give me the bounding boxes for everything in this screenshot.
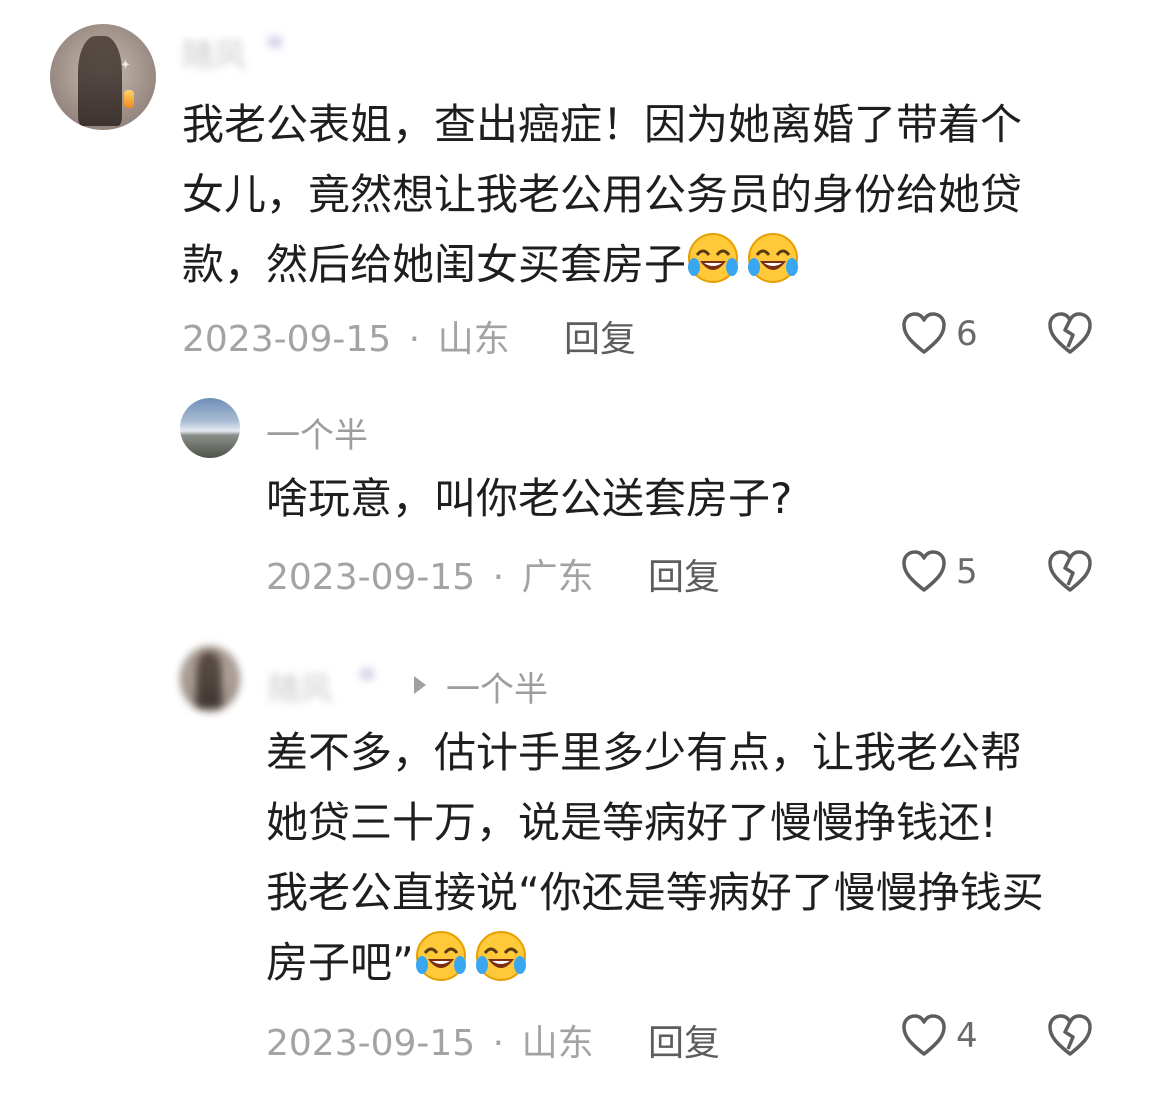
username[interactable]: 随风: [268, 664, 332, 710]
caret-right-icon: [414, 676, 426, 694]
laughing-crying-emoji-icon: [748, 233, 799, 283]
comment-meta: 2023-09-15 · 山东: [266, 1014, 594, 1066]
laughing-crying-emoji-icon: [475, 931, 526, 981]
comment-meta: 2023-09-15 · 广东: [266, 548, 594, 600]
comment-line: 她贷三十万，说是等病好了慢慢挣钱还!: [266, 798, 997, 847]
like-count: 4: [956, 1016, 978, 1056]
reply-target-username[interactable]: 一个半: [446, 662, 548, 711]
comment-line: 我老公表姐，查出癌症！因为她离婚了带着个: [182, 100, 1023, 149]
comment-text: 啥玩意，叫你老公送套房子?: [266, 464, 792, 534]
comment-date: 2023-09-15: [266, 557, 476, 598]
heart-outline-icon[interactable]: [900, 548, 948, 594]
comment-line: 啥玩意，叫你老公送套房子?: [266, 474, 793, 523]
laughing-crying-emoji-icon: [415, 931, 466, 981]
like-count: 5: [956, 552, 978, 592]
meta-separator: ·: [492, 557, 505, 598]
username[interactable]: 一个半: [266, 408, 368, 457]
like-count: 6: [956, 314, 978, 354]
comment-line: 款，然后给她闺女买套房子: [182, 230, 1022, 300]
comment-line: 房子吧”: [266, 928, 1044, 998]
comment-meta: 2023-09-15 · 山东: [182, 310, 510, 362]
broken-heart-icon[interactable]: [1046, 548, 1094, 594]
heart-outline-icon[interactable]: [900, 1012, 948, 1058]
avatar-decoration: [124, 90, 134, 108]
username-pixelation: [268, 36, 282, 48]
avatar-mark: ✦: [120, 58, 131, 73]
reply-button[interactable]: 回复: [564, 310, 636, 362]
meta-separator: ·: [492, 1023, 505, 1064]
avatar-figure: [78, 36, 122, 126]
comment-line: 我老公直接说“你还是等病好了慢慢挣钱买: [266, 868, 1044, 917]
comment-text: 差不多，估计手里多少有点，让我老公帮 她贷三十万，说是等病好了慢慢挣钱还! 我老…: [266, 718, 1044, 998]
laughing-crying-emoji-icon: [688, 233, 739, 283]
comment-text: 我老公表姐，查出癌症！因为她离婚了带着个 女儿，竟然想让我老公用公务员的身份给她…: [182, 90, 1022, 300]
avatar[interactable]: [180, 646, 240, 712]
reply-button[interactable]: 回复: [648, 1014, 720, 1066]
broken-heart-icon[interactable]: [1046, 1012, 1094, 1058]
avatar[interactable]: ✦: [50, 24, 156, 130]
meta-separator: ·: [408, 319, 421, 360]
comment-location: 山东: [437, 319, 510, 360]
username[interactable]: 随风: [182, 30, 246, 76]
heart-outline-icon[interactable]: [900, 310, 948, 356]
broken-heart-icon[interactable]: [1046, 310, 1094, 356]
avatar-figure: [196, 652, 222, 708]
username-pixelation: [360, 668, 374, 680]
comment-line-text: 房子吧”: [266, 938, 414, 987]
comment-date: 2023-09-15: [266, 1023, 476, 1064]
comment-line-text: 款，然后给她闺女买套房子: [182, 240, 687, 289]
comment-line: 差不多，估计手里多少有点，让我老公帮: [266, 728, 1023, 777]
avatar[interactable]: [180, 398, 240, 458]
comment-location: 山东: [521, 1023, 594, 1064]
comment-line: 女儿，竟然想让我老公用公务员的身份给她贷: [182, 170, 1023, 219]
comment-location: 广东: [521, 557, 594, 598]
comment-date: 2023-09-15: [182, 319, 392, 360]
reply-button[interactable]: 回复: [648, 548, 720, 600]
